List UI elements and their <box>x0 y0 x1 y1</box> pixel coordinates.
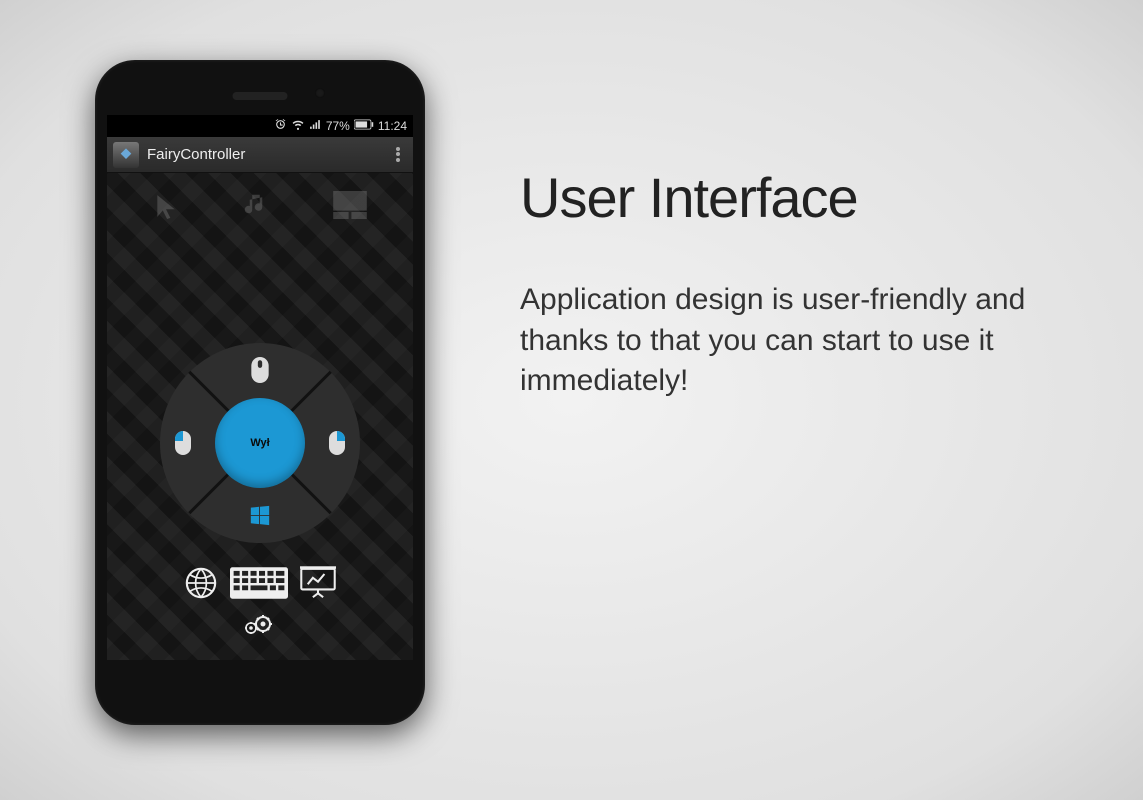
phone-frame: 77% 11:24 FairyController <box>95 60 425 725</box>
wifi-icon <box>291 118 305 134</box>
battery-icon <box>354 119 374 133</box>
center-button[interactable]: Wył <box>215 398 305 488</box>
mouse-left-button[interactable] <box>174 431 192 460</box>
app-content: Wył <box>107 173 413 660</box>
presentation-icon[interactable] <box>300 566 336 605</box>
app-bar: FairyController <box>107 137 413 173</box>
music-icon[interactable] <box>241 191 271 226</box>
cursor-icon[interactable] <box>153 191 179 226</box>
globe-icon[interactable] <box>184 566 218 605</box>
mouse-top-button[interactable] <box>250 357 270 388</box>
status-bar: 77% 11:24 <box>107 115 413 137</box>
battery-percent: 77% <box>326 119 350 133</box>
marketing-body: Application design is user-friendly and … <box>520 280 1073 402</box>
gear-icon[interactable] <box>245 611 275 642</box>
marketing-copy: User Interface Application design is use… <box>520 165 1073 402</box>
earpiece <box>233 92 288 100</box>
overflow-menu-button[interactable] <box>389 145 407 165</box>
signal-icon <box>309 118 322 134</box>
keyboard-icon[interactable] <box>230 566 288 605</box>
phone-screen: 77% 11:24 FairyController <box>107 115 413 660</box>
center-label: Wył <box>250 437 269 449</box>
app-title: FairyController <box>147 146 245 163</box>
clock: 11:24 <box>378 119 407 133</box>
control-wheel: Wył <box>160 343 360 543</box>
alarm-icon <box>274 118 287 134</box>
app-icon <box>113 142 139 168</box>
windows-button[interactable] <box>248 504 272 531</box>
marketing-heading: User Interface <box>520 165 1073 230</box>
mouse-right-button[interactable] <box>328 431 346 460</box>
touchpad-icon[interactable] <box>333 191 367 226</box>
front-camera <box>315 88 325 98</box>
